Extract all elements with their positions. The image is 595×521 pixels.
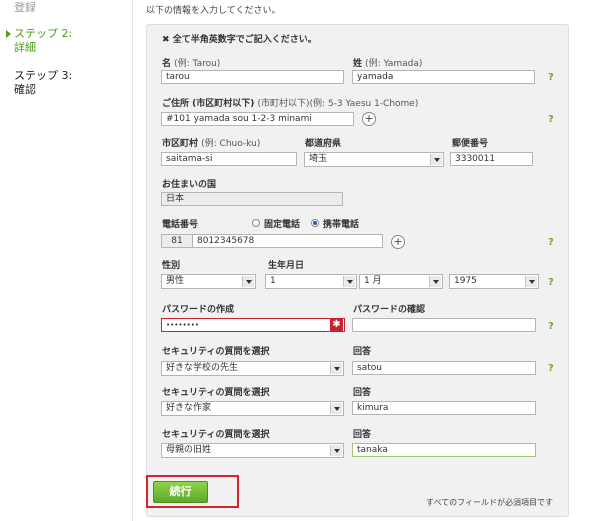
security-question-3-select[interactable]: 母親の旧姓 bbox=[161, 443, 344, 458]
current-step-arrow-icon bbox=[6, 30, 11, 38]
first-name-label-text: 名 bbox=[162, 59, 172, 69]
prefecture-value: 埼玉 bbox=[309, 154, 328, 164]
phone-type-landline-radio[interactable] bbox=[252, 219, 260, 227]
city-label-text: 市区町村 bbox=[162, 139, 199, 149]
last-name-label-text: 姓 bbox=[353, 59, 363, 69]
add-address-line-icon[interactable]: + bbox=[362, 112, 376, 126]
help-icon-address[interactable]: ? bbox=[548, 114, 554, 125]
answer-3-input[interactable]: tanaka bbox=[352, 443, 536, 457]
last-name-label: 姓 (例: Yamada) bbox=[353, 56, 422, 69]
answer-2-input[interactable]: kimura bbox=[352, 401, 536, 415]
country-field: 日本 bbox=[161, 192, 343, 206]
gender-label: 性別 bbox=[162, 261, 181, 271]
address-label: ご住所 (市区町村以下) (市町村以下)(例: 5-3 Yaesu 1-Chom… bbox=[162, 96, 418, 109]
notice-text: 全て半角英数字でご記入ください。 bbox=[172, 35, 317, 45]
country-label: お住まいの国 bbox=[162, 180, 217, 190]
prefecture-label: 都道府県 bbox=[305, 139, 342, 149]
help-icon-name[interactable]: ? bbox=[548, 72, 554, 83]
required-note: すべてのフィールドが必須項目です bbox=[426, 498, 553, 507]
sidebar-step-register: 登録 bbox=[14, 1, 36, 14]
phone-type-landline-label: 固定電話 bbox=[264, 220, 301, 230]
sidebar-divider bbox=[132, 0, 133, 521]
notice: ✖ 全て半角英数字でご記入ください。 bbox=[162, 32, 317, 45]
phone-country-code: 81 bbox=[161, 234, 193, 248]
first-name-input[interactable]: tarou bbox=[161, 70, 344, 84]
city-hint: (例: Chuo-ku) bbox=[201, 139, 261, 149]
security-question-1-select[interactable]: 好きな学校の先生 bbox=[161, 361, 344, 376]
birth-year-select[interactable]: 1975 bbox=[449, 274, 539, 289]
birth-month-select[interactable]: 1 月 bbox=[359, 274, 443, 289]
help-icon-birthday[interactable]: ? bbox=[548, 277, 554, 288]
birth-day-select[interactable]: 1 bbox=[265, 274, 357, 289]
chevron-down-icon bbox=[525, 276, 537, 287]
chevron-down-icon bbox=[242, 276, 254, 287]
city-input[interactable]: saitama-si bbox=[161, 152, 297, 166]
security-question-3-label: セキュリティの質問を選択 bbox=[162, 430, 270, 440]
phone-type-mobile-label: 携帯電話 bbox=[323, 220, 360, 230]
password-input[interactable]: •••••••• bbox=[161, 318, 345, 332]
answer-2-label: 回答 bbox=[353, 388, 372, 398]
help-icon-security[interactable]: ? bbox=[548, 363, 554, 374]
address-input[interactable]: #101 yamada sou 1-2-3 minami bbox=[161, 112, 354, 126]
city-label: 市区町村 (例: Chuo-ku) bbox=[162, 136, 260, 149]
gender-select[interactable]: 男性 bbox=[161, 274, 256, 289]
help-icon-phone[interactable]: ? bbox=[548, 237, 554, 248]
phone-input[interactable]: 8012345678 bbox=[192, 234, 383, 248]
address-label-text: ご住所 (市区町村以下) bbox=[162, 99, 255, 109]
answer-3-label: 回答 bbox=[353, 430, 372, 440]
birth-day-value: 1 bbox=[270, 276, 276, 286]
chevron-down-icon bbox=[429, 276, 441, 287]
birthday-label: 生年月日 bbox=[268, 261, 305, 271]
sidebar-step-2-title: ステップ 2: bbox=[14, 27, 73, 40]
chevron-down-icon bbox=[330, 363, 342, 374]
first-name-label: 名 (例: Tarou) bbox=[162, 56, 220, 69]
address-hint: (市町村以下)(例: 5-3 Yaesu 1-Chome) bbox=[257, 99, 419, 109]
first-name-hint: (例: Tarou) bbox=[174, 59, 221, 69]
phone-label: 電話番号 bbox=[162, 220, 199, 230]
last-name-input[interactable]: yamada bbox=[352, 70, 535, 84]
gender-value: 男性 bbox=[166, 276, 185, 286]
password-label: パスワードの作成 bbox=[162, 305, 235, 315]
continue-button[interactable]: 続行 bbox=[153, 481, 208, 503]
sidebar-step-3-sub: 確認 bbox=[14, 83, 36, 96]
security-question-2-value: 好きな作家 bbox=[166, 403, 212, 413]
error-icon: ✱ bbox=[330, 318, 343, 331]
answer-1-label: 回答 bbox=[353, 347, 372, 357]
notice-mark-icon: ✖ bbox=[162, 35, 170, 45]
sidebar-step-2-sub: 詳細 bbox=[14, 41, 36, 54]
security-question-3-value: 母親の旧姓 bbox=[166, 445, 212, 455]
help-icon-password[interactable]: ? bbox=[548, 321, 554, 332]
postal-label: 郵便番号 bbox=[452, 139, 489, 149]
last-name-hint: (例: Yamada) bbox=[365, 59, 423, 69]
security-question-1-label: セキュリティの質問を選択 bbox=[162, 347, 270, 357]
chevron-down-icon bbox=[343, 276, 355, 287]
sidebar-step-3-title: ステップ 3: bbox=[14, 69, 73, 82]
chevron-down-icon bbox=[330, 403, 342, 414]
security-question-1-value: 好きな学校の先生 bbox=[166, 363, 239, 373]
security-question-2-label: セキュリティの質問を選択 bbox=[162, 388, 270, 398]
password-confirm-label: パスワードの確認 bbox=[353, 305, 426, 315]
chevron-down-icon bbox=[430, 154, 442, 165]
password-confirm-input[interactable] bbox=[352, 318, 536, 332]
chevron-down-icon bbox=[330, 445, 342, 456]
birth-year-value: 1975 bbox=[454, 276, 477, 286]
prefecture-select[interactable]: 埼玉 bbox=[304, 152, 444, 167]
phone-type-mobile-radio[interactable] bbox=[311, 219, 319, 227]
postal-input[interactable]: 3330011 bbox=[450, 152, 533, 166]
add-phone-icon[interactable]: + bbox=[391, 235, 405, 249]
answer-1-input[interactable]: satou bbox=[352, 361, 536, 375]
birth-month-value: 1 月 bbox=[364, 276, 382, 286]
intro-text: 以下の情報を入力してください。 bbox=[146, 6, 281, 16]
security-question-2-select[interactable]: 好きな作家 bbox=[161, 401, 344, 416]
